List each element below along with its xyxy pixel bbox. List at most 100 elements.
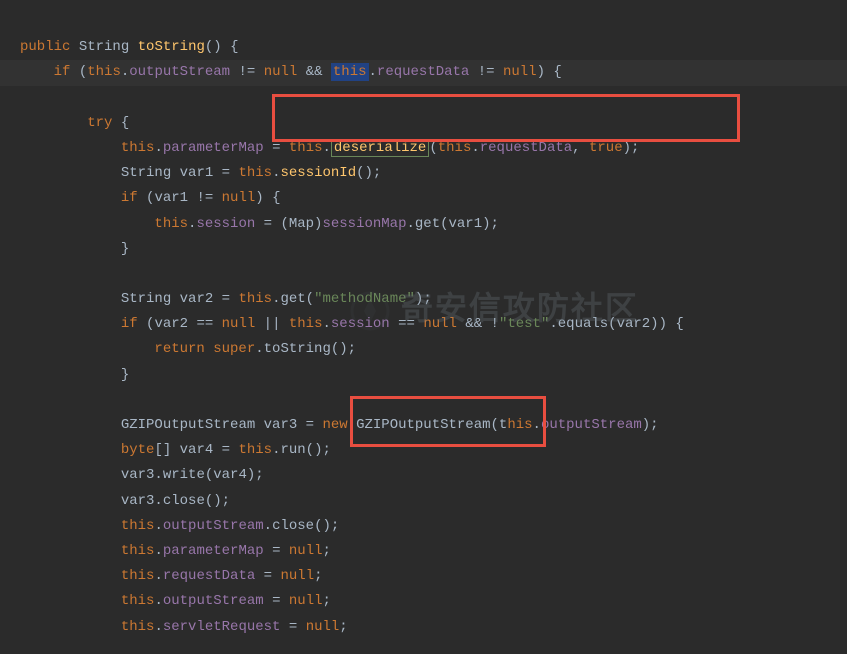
text: ) { [537, 64, 562, 80]
field: outputStream [541, 417, 642, 433]
code-line: String var1 = this.sessionId(); [20, 165, 381, 181]
code-line: var3.write(var4); [20, 467, 264, 483]
text: .toString(); [255, 341, 356, 357]
text [348, 417, 356, 433]
text: . [322, 316, 330, 332]
keyword-null: null [503, 64, 537, 80]
text: . [471, 140, 479, 156]
text: . [154, 619, 162, 635]
code-line: public String toString() { [20, 39, 238, 55]
keyword-return: return super [154, 341, 255, 357]
keyword-null: null [289, 593, 323, 609]
field: sessionMap [322, 216, 406, 232]
text: ; [314, 568, 322, 584]
code-line: try { [20, 115, 129, 131]
code-line: this.parameterMap = this.deserialize(thi… [20, 139, 639, 157]
keyword-this: this [121, 568, 155, 584]
type-gzip: GZIPOutputStream [121, 417, 255, 433]
keyword-this: this [121, 619, 155, 635]
text: .run(); [272, 442, 331, 458]
field: outputStream [163, 518, 264, 534]
code-line: this.requestData = null; [20, 568, 323, 584]
text: .close(); [264, 518, 340, 534]
text: = [264, 543, 289, 559]
text: ); [623, 140, 640, 156]
text: ; [339, 619, 347, 635]
text: var3.close(); [121, 493, 230, 509]
text: ; [323, 543, 331, 559]
text: } [121, 367, 129, 383]
text: var2 = [171, 291, 238, 307]
code-line: this.outputStream = null; [20, 593, 331, 609]
text: [] var4 = [154, 442, 238, 458]
code-editor: public String toString() { if (this.outp… [0, 0, 847, 640]
type-string: String [79, 39, 129, 55]
text: = [264, 140, 289, 156]
keyword-null: null [306, 619, 340, 635]
text: ( [429, 140, 437, 156]
text: && [297, 64, 331, 80]
text: . [154, 568, 162, 584]
keyword-try: try [87, 115, 112, 131]
field: parameterMap [163, 543, 264, 559]
code-line: if (var1 != null) { [20, 190, 280, 206]
keyword-null: null [280, 568, 314, 584]
text: (); [356, 165, 381, 181]
keyword-byte: byte [121, 442, 155, 458]
keyword-true: true [589, 140, 623, 156]
text: var1 = [171, 165, 238, 181]
keyword-if: if [121, 190, 138, 206]
code-line: } [20, 367, 129, 383]
method-deserialize-highlighted: deserialize [331, 139, 429, 157]
field: outputStream [163, 593, 264, 609]
method-name: toString [138, 39, 205, 55]
text: , [572, 140, 589, 156]
text: = [280, 619, 305, 635]
code-line [20, 266, 28, 282]
text: . [323, 140, 331, 156]
code-line: this.parameterMap = null; [20, 543, 331, 559]
string-literal: "test" [499, 316, 549, 332]
text: (var2 == [138, 316, 222, 332]
keyword-this: this [121, 593, 155, 609]
code-line: return super.toString(); [20, 341, 356, 357]
field: session [196, 216, 255, 232]
type-string: String [121, 291, 171, 307]
code-line: this.session = (Map)sessionMap.get(var1)… [20, 216, 499, 232]
field: servletRequest [163, 619, 281, 635]
text: . [121, 64, 129, 80]
keyword-null: null [423, 316, 457, 332]
keyword-new: new [322, 417, 347, 433]
keyword-if: if [54, 64, 71, 80]
text: . [154, 518, 162, 534]
keyword-if: if [121, 316, 138, 332]
text: ); [415, 291, 432, 307]
keyword-this: this [87, 64, 121, 80]
keyword-null: null [222, 190, 256, 206]
text: . [369, 64, 377, 80]
highlighted-line: if (this.outputStream != null && this.re… [0, 60, 847, 85]
text: ) { [255, 190, 280, 206]
text: .get( [272, 291, 314, 307]
text: || [255, 316, 289, 332]
code-line: var3.close(); [20, 493, 230, 509]
field: requestData [163, 568, 255, 584]
method-name: sessionId [280, 165, 356, 181]
text: .equals(var2)) { [549, 316, 683, 332]
text: { [112, 115, 129, 131]
keyword-this: this [121, 543, 155, 559]
text: var3 = [255, 417, 322, 433]
field: session [331, 316, 390, 332]
code-line: this.servletRequest = null; [20, 619, 348, 635]
keyword-null: null [222, 316, 256, 332]
text: = [264, 593, 289, 609]
code-line: byte[] var4 = this.run(); [20, 442, 331, 458]
text: var3.write(var4); [121, 467, 264, 483]
text: = (Map) [255, 216, 322, 232]
text: != [230, 64, 264, 80]
code-line: this.outputStream.close(); [20, 518, 339, 534]
code-line: if (var2 == null || this.session == null… [20, 316, 684, 332]
keyword-null: null [289, 543, 323, 559]
code-line: String var2 = this.get("methodName"); [20, 291, 432, 307]
text: .get(var1); [406, 216, 498, 232]
